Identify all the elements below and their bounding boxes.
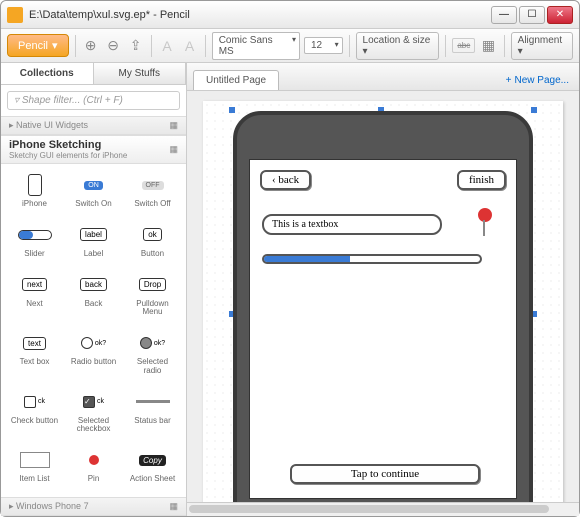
stencil-actionsheet[interactable]: CopyAction Sheet: [125, 445, 180, 491]
mockup-phone[interactable]: back finish This is a textbox Tap to con…: [233, 111, 533, 502]
stencil-back[interactable]: backBack: [66, 270, 121, 325]
toolbar: Pencil ▾ ⊕ ⊖ ⇪ A A Comic Sans MS 12 Loca…: [1, 29, 579, 63]
mockup-pin[interactable]: [478, 208, 492, 222]
section-native-ui[interactable]: ▸ Native UI Widgets▦: [1, 116, 186, 135]
app-icon: [7, 7, 23, 23]
mockup-back-button[interactable]: back: [260, 170, 311, 190]
font-size-select[interactable]: 12: [304, 37, 343, 54]
color-icon[interactable]: ▦: [479, 36, 497, 56]
page-tab[interactable]: Untitled Page: [193, 70, 279, 90]
stencil-grid: iPhone ONSwitch On OFFSwitch Off Slider …: [1, 164, 186, 497]
location-size-button[interactable]: Location & size ▾: [356, 32, 440, 60]
maximize-button[interactable]: ☐: [519, 6, 545, 24]
zoom-out-icon[interactable]: ⊖: [104, 36, 122, 56]
tab-collections[interactable]: Collections: [1, 63, 94, 84]
tab-mystuffs[interactable]: My Stuffs: [94, 63, 187, 84]
stencil-label[interactable]: labelLabel: [66, 220, 121, 266]
window-title: E:\Data\temp\xul.svg.ep* - Pencil: [29, 9, 491, 21]
horizontal-scrollbar[interactable]: [187, 502, 579, 516]
stencil-switch-on[interactable]: ONSwitch On: [66, 170, 121, 216]
stencil-textbox[interactable]: textText box: [7, 328, 62, 383]
stencil-pulldown[interactable]: DropPulldown Menu: [125, 270, 180, 325]
stencil-itemlist[interactable]: Item List: [7, 445, 62, 491]
zoom-in-icon[interactable]: ⊕: [81, 36, 99, 56]
section-iphone-sketching[interactable]: iPhone Sketching Sketchy GUI elements fo…: [1, 135, 186, 164]
section-windows-phone[interactable]: ▸ Windows Phone 7▦: [1, 497, 186, 516]
font-family-select[interactable]: Comic Sans MS: [212, 32, 300, 60]
stencil-radio[interactable]: ok?Radio button: [66, 328, 121, 383]
stencil-radio-sel[interactable]: ok?Selected radio: [125, 328, 180, 383]
shape-filter-input[interactable]: ▿ Shape filter... (Ctrl + F): [7, 91, 180, 110]
stencil-iphone[interactable]: iPhone: [7, 170, 62, 216]
stencil-slider[interactable]: Slider: [7, 220, 62, 266]
mockup-progressbar: [262, 254, 482, 264]
stencil-pin[interactable]: Pin: [66, 445, 121, 491]
stencil-button[interactable]: okButton: [125, 220, 180, 266]
stencil-next[interactable]: nextNext: [7, 270, 62, 325]
handle-tl[interactable]: [229, 107, 235, 113]
stencil-switch-off[interactable]: OFFSwitch Off: [125, 170, 180, 216]
strike-icon[interactable]: abc: [452, 38, 475, 53]
mockup-finish-button[interactable]: finish: [457, 170, 506, 190]
mockup-tap-button[interactable]: Tap to continue: [290, 464, 480, 484]
canvas-area: Untitled Page + New Page... back finish …: [187, 63, 579, 516]
section-menu-icon[interactable]: ▦: [169, 144, 178, 155]
sidebar: Collections My Stuffs ▿ Shape filter... …: [1, 63, 187, 516]
stencil-check[interactable]: ckCheck button: [7, 387, 62, 442]
mockup-screen: back finish This is a textbox Tap to con…: [249, 159, 517, 499]
pencil-menu[interactable]: Pencil ▾: [7, 34, 69, 57]
canvas[interactable]: back finish This is a textbox Tap to con…: [203, 101, 563, 502]
text-icon[interactable]: A: [158, 36, 176, 56]
titlebar: E:\Data\temp\xul.svg.ep* - Pencil — ☐ ✕: [1, 1, 579, 29]
new-page-button[interactable]: + New Page...: [502, 71, 573, 90]
stencil-statusbar[interactable]: Status bar: [125, 387, 180, 442]
export-icon[interactable]: ⇪: [126, 36, 144, 56]
close-button[interactable]: ✕: [547, 6, 573, 24]
handle-tr[interactable]: [531, 107, 537, 113]
mockup-textbox[interactable]: This is a textbox: [262, 214, 442, 235]
minimize-button[interactable]: —: [491, 6, 517, 24]
stencil-check-sel[interactable]: ✓ckSelected checkbox: [66, 387, 121, 442]
alignment-button[interactable]: Alignment ▾: [511, 32, 573, 60]
text2-icon[interactable]: A: [180, 36, 198, 56]
